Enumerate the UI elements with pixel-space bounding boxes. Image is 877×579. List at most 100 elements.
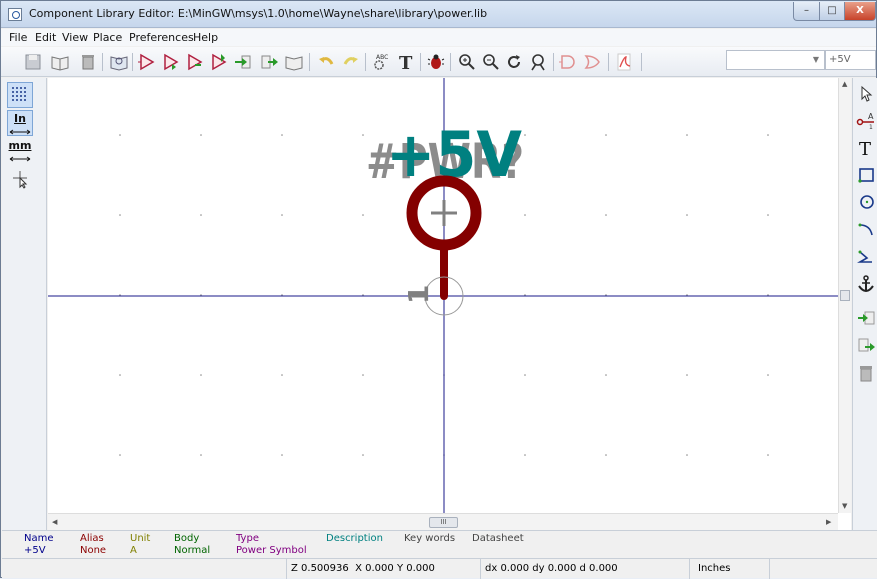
inch-units-button[interactable]: In xyxy=(7,110,33,136)
horizontal-scroll-thumb[interactable]: III xyxy=(429,517,458,528)
zoom-out-icon[interactable] xyxy=(481,52,501,72)
app-icon xyxy=(8,8,22,21)
message-panel: Name +5V Alias None Unit A Body Normal Type Power… xyxy=(2,530,877,558)
part-select[interactable]: ▼ xyxy=(726,50,825,70)
add-rectangle-icon[interactable] xyxy=(856,165,877,187)
redo-icon[interactable] xyxy=(341,52,361,72)
grid-dot xyxy=(524,454,526,456)
grid-dot xyxy=(524,214,526,216)
add-polyline-icon[interactable] xyxy=(856,246,877,268)
message-header: Unit xyxy=(130,533,151,544)
pdf-doc-icon[interactable] xyxy=(614,52,634,72)
svg-text:A: A xyxy=(868,112,874,121)
svg-text:T: T xyxy=(859,139,871,158)
toolbar-separator xyxy=(553,53,554,71)
cursor-shape-icon[interactable] xyxy=(7,166,33,192)
message-header: Name xyxy=(24,533,54,544)
grid-dot xyxy=(119,454,121,456)
new-part-icon[interactable] xyxy=(137,52,157,72)
message-header: Description xyxy=(326,533,383,544)
add-text-icon[interactable]: T xyxy=(856,138,877,160)
vertical-scrollbar[interactable]: ▲ ▼ xyxy=(838,78,851,513)
vertical-scroll-thumb[interactable] xyxy=(840,290,850,301)
anchor-cross-icon xyxy=(431,200,457,226)
scroll-up-icon[interactable]: ▲ xyxy=(842,80,847,88)
grid-dot xyxy=(362,374,364,376)
grid-dot xyxy=(605,214,607,216)
deMorgan-normal-icon[interactable] xyxy=(558,52,578,72)
status-xy: X 0.000 Y 0.000 xyxy=(355,563,435,574)
grid-toggle-icon[interactable] xyxy=(7,82,33,108)
save-library-icon[interactable] xyxy=(23,52,43,72)
horizontal-scrollbar[interactable]: ◀ III ▶ xyxy=(48,513,838,530)
scroll-left-icon[interactable]: ◀ xyxy=(52,518,57,526)
minimize-button[interactable]: – xyxy=(793,2,820,21)
message-header: Type xyxy=(236,533,259,544)
menu-help[interactable]: Help xyxy=(193,31,218,44)
message-value: None xyxy=(80,545,107,556)
menu-file[interactable]: File xyxy=(9,31,27,44)
toolbar-separator xyxy=(608,53,609,71)
grid-dot xyxy=(767,454,769,456)
scroll-right-icon[interactable]: ▶ xyxy=(826,518,831,526)
svg-text:ABC: ABC xyxy=(376,54,388,61)
import-arrow-icon[interactable] xyxy=(233,52,253,72)
bug-check-icon[interactable] xyxy=(426,52,446,72)
toolbar-separator xyxy=(365,53,366,71)
add-circle-icon[interactable] xyxy=(856,192,877,214)
window-title: Component Library Editor: E:\MinGW\msys\… xyxy=(29,7,488,20)
grid-dot xyxy=(119,134,121,136)
edit-fields-icon[interactable]: ABC xyxy=(371,52,391,72)
open-library-icon[interactable] xyxy=(50,52,70,72)
status-zoom: Z 0.500936 xyxy=(291,563,349,574)
library-browser-icon[interactable] xyxy=(109,52,129,72)
redraw-icon[interactable] xyxy=(504,52,524,72)
save-current-icon[interactable] xyxy=(284,52,304,72)
deMorgan-convert-icon[interactable] xyxy=(583,52,603,72)
set-anchor-icon[interactable] xyxy=(856,274,877,296)
menu-view[interactable]: View xyxy=(62,31,88,44)
menu-place[interactable]: Place xyxy=(93,31,122,44)
grid-dot xyxy=(524,374,526,376)
maximize-button[interactable]: □ xyxy=(819,2,845,21)
message-value: +5V xyxy=(24,545,46,556)
export-arrow-icon[interactable] xyxy=(259,52,279,72)
right-toolbar: A1 T xyxy=(852,78,877,530)
import-drawing-icon[interactable] xyxy=(856,308,877,330)
menu-preferences[interactable]: Preferences xyxy=(129,31,194,44)
menu-bar: File Edit View Place Preferences Help xyxy=(1,29,876,46)
close-button[interactable]: X xyxy=(844,2,876,21)
alias-select[interactable]: +5V xyxy=(825,50,876,70)
grid-dot xyxy=(200,454,202,456)
import-part-icon[interactable] xyxy=(161,52,181,72)
export-part-icon[interactable] xyxy=(185,52,205,72)
zoom-in-icon[interactable] xyxy=(457,52,477,72)
title-bar: Component Library Editor: E:\MinGW\msys\… xyxy=(1,1,876,28)
grid-dot xyxy=(119,214,121,216)
mm-units-button[interactable]: mm xyxy=(7,138,33,164)
double-arrow-icon xyxy=(9,156,31,162)
select-arrow-icon[interactable] xyxy=(856,84,877,106)
delete-item-icon[interactable] xyxy=(856,363,877,385)
undo-icon[interactable] xyxy=(316,52,336,72)
svg-text:T: T xyxy=(399,53,413,72)
grid-dot xyxy=(200,214,202,216)
grid-dot xyxy=(119,374,121,376)
svg-text:1: 1 xyxy=(869,124,873,130)
add-arc-icon[interactable] xyxy=(856,219,877,241)
zoom-fit-icon[interactable] xyxy=(528,52,548,72)
add-pin-icon[interactable]: A1 xyxy=(856,110,877,132)
grid-dot xyxy=(281,374,283,376)
drawing-canvas[interactable]: #PWR? +5V 1 xyxy=(48,78,838,513)
export-drawing-icon[interactable] xyxy=(856,336,877,358)
save-part-icon[interactable] xyxy=(209,52,229,72)
scroll-down-icon[interactable]: ▼ xyxy=(842,502,847,510)
grid-dot xyxy=(605,134,607,136)
menu-edit[interactable]: Edit xyxy=(35,31,56,44)
left-toolbar: In mm xyxy=(2,78,47,530)
text-tool-icon[interactable]: T xyxy=(396,52,416,74)
delete-part-icon[interactable] xyxy=(78,52,98,72)
drawing-canvas-area: #PWR? +5V 1 ▲ ▼ ◀ III ▶ xyxy=(48,78,851,530)
grid-dot xyxy=(362,134,364,136)
message-value: Normal xyxy=(174,545,211,556)
